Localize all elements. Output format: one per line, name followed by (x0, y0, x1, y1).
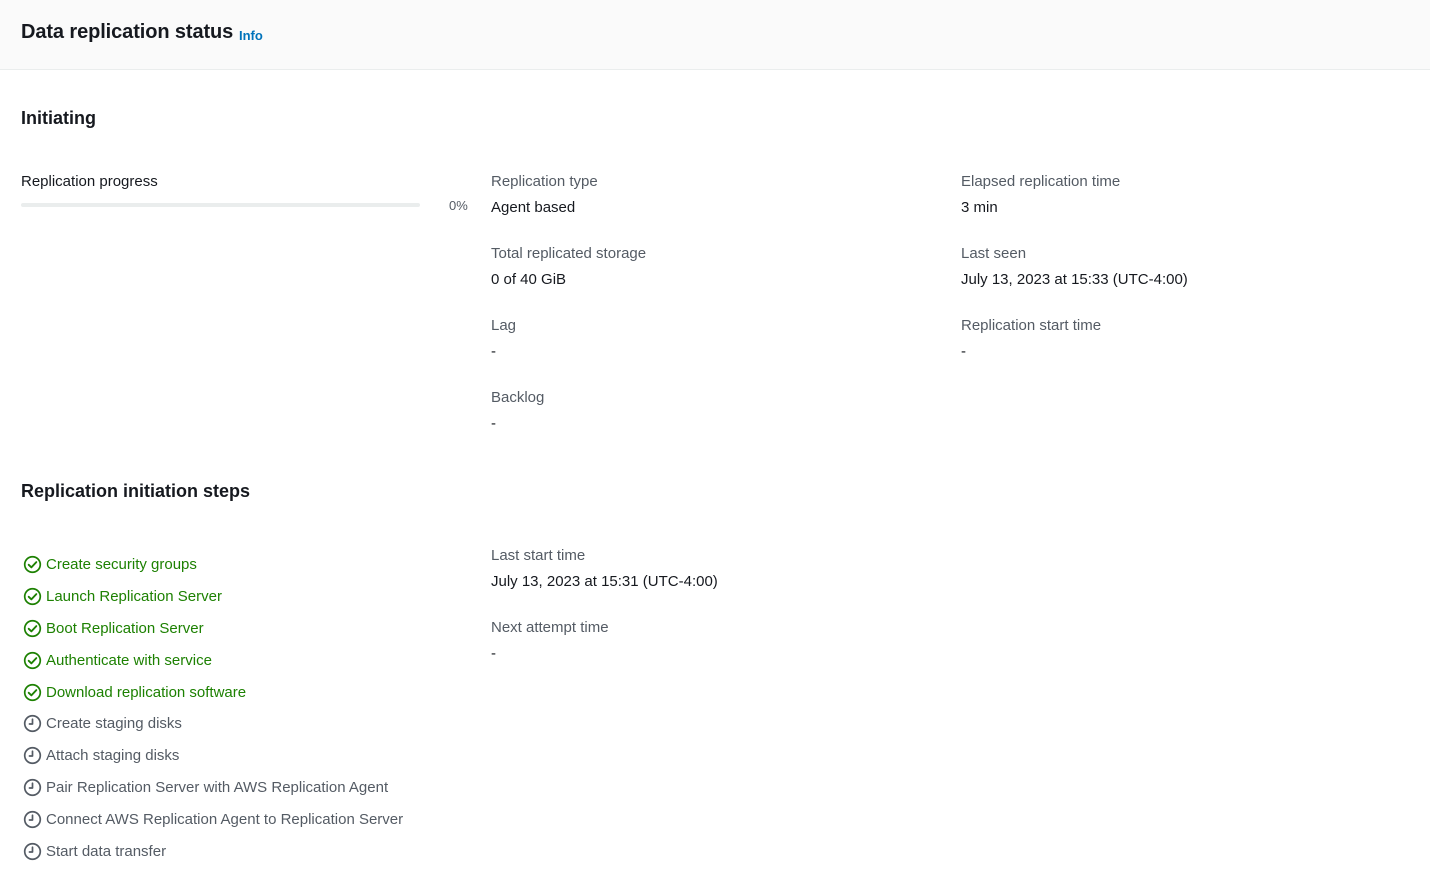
check-circle-icon (23, 587, 42, 606)
lag-value: - (491, 343, 496, 360)
page-title: Data replication status (21, 21, 234, 43)
step-label: Download replication software (46, 683, 247, 701)
steps-list: Create security groups Launch Replication… (23, 549, 463, 867)
check-circle-icon (23, 555, 42, 574)
step-item: Download replication software (23, 676, 463, 708)
step-label: Authenticate with service (46, 651, 212, 669)
clock-icon (23, 746, 42, 765)
status-title: Initiating (21, 108, 96, 128)
check-circle-icon (23, 683, 42, 702)
clock-icon (23, 714, 42, 733)
step-label: Start data transfer (46, 842, 167, 860)
step-item: Connect AWS Replication Agent to Replica… (23, 803, 463, 835)
step-label: Create security groups (46, 556, 197, 574)
step-item: Authenticate with service (23, 644, 463, 676)
total-storage-value: 0 of 40 GiB (491, 271, 567, 288)
info-link[interactable]: Info (239, 28, 263, 43)
last-seen-value: July 13, 2023 at 15:33 (UTC-4:00) (961, 271, 1188, 288)
clock-icon (23, 842, 42, 861)
start-time-label: Replication start time (961, 317, 1102, 334)
step-item: Launch Replication Server (23, 581, 463, 613)
step-label: Launch Replication Server (46, 588, 222, 606)
step-label: Boot Replication Server (46, 619, 204, 637)
progress-label: Replication progress (21, 173, 158, 190)
next-attempt-value: - (491, 645, 496, 662)
step-item: Start data transfer (23, 835, 463, 867)
elapsed-time-value: 3 min (961, 199, 998, 216)
check-circle-icon (23, 651, 42, 670)
start-time-value: - (961, 343, 966, 360)
progress-percent: 0% (449, 198, 468, 213)
step-item: Attach staging disks (23, 740, 463, 772)
clock-icon (23, 810, 42, 829)
check-circle-icon (23, 619, 42, 638)
step-item: Boot Replication Server (23, 613, 463, 645)
elapsed-time-label: Elapsed replication time (961, 173, 1121, 190)
replication-type-value: Agent based (491, 199, 576, 216)
step-item: Create security groups (23, 549, 463, 581)
progress-bar (21, 203, 420, 207)
step-item: Pair Replication Server with AWS Replica… (23, 772, 463, 804)
backlog-value: - (491, 415, 496, 432)
step-label: Pair Replication Server with AWS Replica… (46, 778, 389, 796)
step-label: Attach staging disks (46, 747, 180, 765)
total-storage-label: Total replicated storage (491, 245, 647, 262)
lag-label: Lag (491, 317, 517, 334)
step-item: Create staging disks (23, 708, 463, 740)
clock-icon (23, 778, 42, 797)
steps-title: Replication initiation steps (21, 481, 251, 501)
replication-type-label: Replication type (491, 173, 598, 190)
last-start-label: Last start time (491, 547, 586, 564)
backlog-label: Backlog (491, 389, 545, 406)
next-attempt-label: Next attempt time (491, 619, 609, 636)
page-header: Data replication status Info (0, 0, 1430, 70)
step-label: Connect AWS Replication Agent to Replica… (46, 810, 404, 828)
last-seen-label: Last seen (961, 245, 1027, 262)
step-label: Create staging disks (46, 715, 182, 733)
last-start-value: July 13, 2023 at 15:31 (UTC-4:00) (491, 573, 718, 590)
